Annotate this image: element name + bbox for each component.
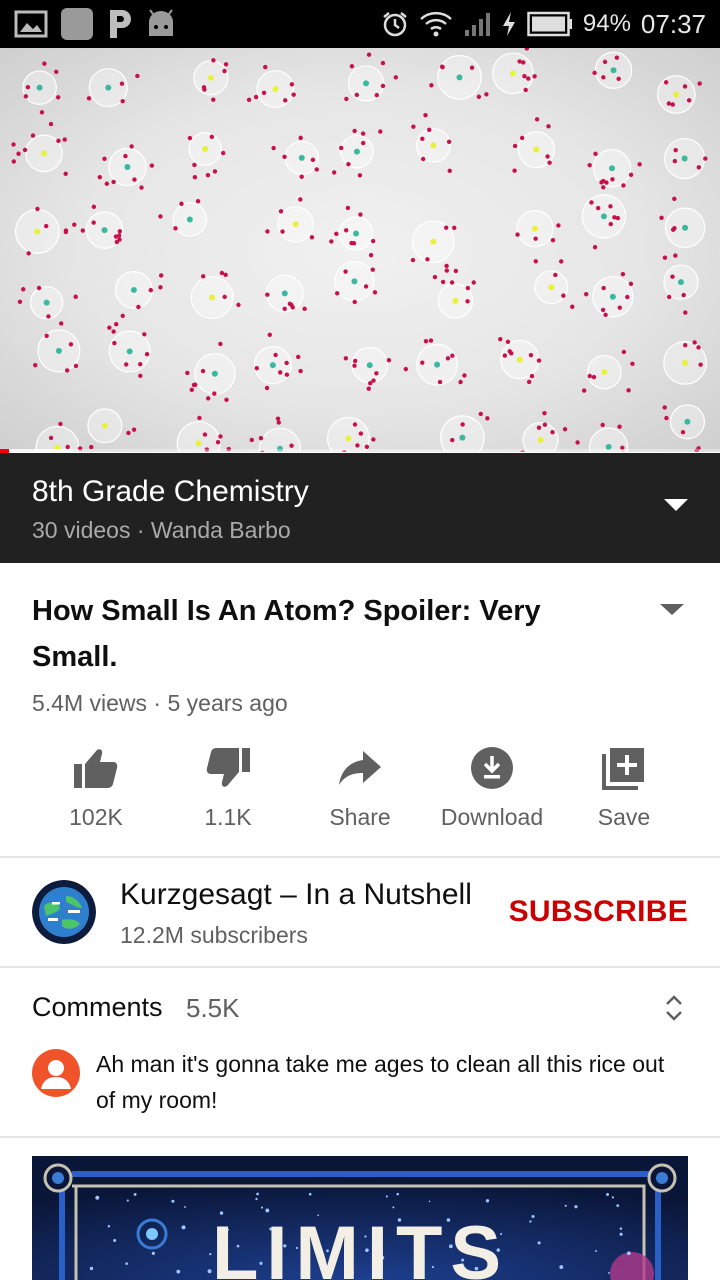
video-title: How Small Is An Atom? Spoiler: Very Smal… (32, 595, 541, 673)
battery-percent: 94% (582, 10, 631, 37)
share-icon (336, 744, 384, 792)
like-count: 102K (69, 804, 123, 830)
playlist-panel[interactable]: 8th Grade Chemistry 30 videos · Wanda Ba… (0, 453, 720, 563)
wifi-icon (419, 10, 453, 38)
divider (0, 1136, 720, 1138)
subscriber-count: 12.2M subscribers (120, 922, 308, 948)
share-label: Share (329, 804, 391, 830)
status-bar: 94% 07:37 (0, 0, 720, 48)
playlist-title: 8th Grade Chemistry (32, 475, 309, 508)
playlist-meta: 30 videos · Wanda Barbo (32, 517, 291, 543)
download-label: Download (440, 804, 544, 830)
save-label: Save (597, 804, 651, 830)
charging-icon (501, 10, 517, 38)
video-frame-atoms (11, 48, 708, 452)
like-button[interactable]: 102K (30, 744, 162, 834)
video-meta: 5.4M views · 5 years ago (32, 690, 288, 716)
status-bar-notifications (14, 6, 176, 42)
playlist-add-icon (600, 744, 648, 792)
share-button[interactable]: Share (294, 744, 426, 834)
expand-description-icon[interactable] (658, 602, 686, 616)
clock: 07:37 (640, 8, 706, 39)
commenter-avatar[interactable] (32, 1049, 80, 1097)
dislike-button[interactable]: 1.1K (162, 744, 294, 834)
download-icon (468, 744, 516, 792)
download-button[interactable]: Download (426, 744, 558, 834)
video-player[interactable] (0, 48, 720, 452)
comments-header[interactable]: Comments (32, 992, 163, 1023)
subscribe-button[interactable]: SUBSCRIBE (509, 895, 688, 929)
dislike-count: 1.1K (204, 804, 252, 830)
top-comment-text[interactable]: Ah man it's gonna take me ages to clean … (96, 1046, 676, 1118)
next-video-thumbnail[interactable]: LIMITS (32, 1156, 688, 1280)
battery-icon (527, 11, 573, 37)
unfold-icon[interactable] (664, 993, 684, 1023)
thumbnail-title: LIMITS (212, 1211, 510, 1280)
status-bar-system: 94% 07:37 (381, 6, 706, 42)
android-icon (146, 8, 176, 40)
app-icon (60, 7, 94, 41)
save-button[interactable]: Save (558, 744, 690, 834)
p-app-icon (106, 7, 134, 41)
gallery-icon (14, 9, 48, 39)
comments-count: 5.5K (186, 993, 240, 1023)
divider (0, 856, 720, 858)
action-row: 102K 1.1K Share Download Save (30, 744, 690, 834)
thumb-down-icon (204, 744, 252, 792)
chevron-down-icon[interactable] (662, 497, 690, 513)
divider (0, 966, 720, 968)
signal-icon (463, 10, 491, 38)
channel-name[interactable]: Kurzgesagt – In a Nutshell (120, 878, 472, 912)
channel-avatar[interactable] (32, 880, 96, 944)
alarm-icon (381, 10, 409, 38)
thumb-up-icon (72, 744, 120, 792)
